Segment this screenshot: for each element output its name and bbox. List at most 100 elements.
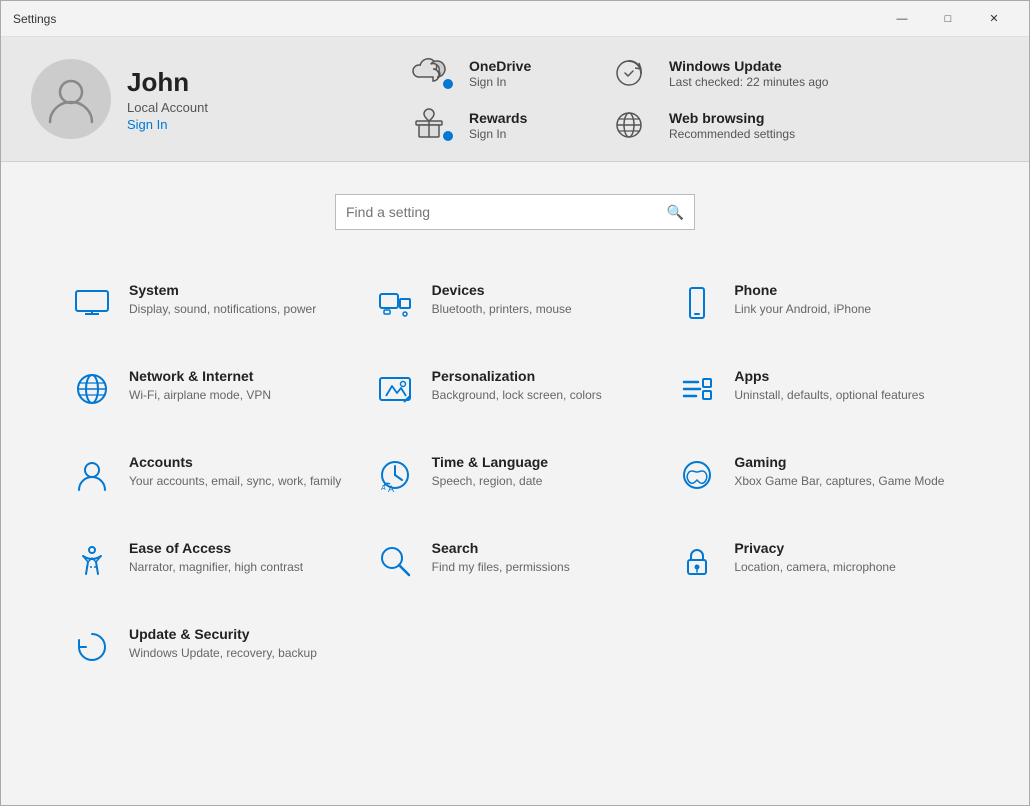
time-language-name: Time & Language	[432, 454, 548, 470]
search-icon: 🔍	[667, 204, 684, 221]
web-browsing-icon-wrap	[611, 107, 655, 143]
setting-devices[interactable]: Devices Bluetooth, printers, mouse	[364, 260, 667, 346]
update-security-text: Update & Security Windows Update, recove…	[129, 626, 317, 662]
gaming-text: Gaming Xbox Game Bar, captures, Game Mod…	[734, 454, 944, 490]
personalization-name: Personalization	[432, 368, 602, 384]
onedrive-badge	[441, 77, 455, 91]
ease-of-access-icon	[71, 540, 113, 582]
search-input[interactable]	[346, 204, 667, 220]
devices-desc: Bluetooth, printers, mouse	[432, 301, 572, 318]
profile-area: John Local Account Sign In	[31, 59, 371, 139]
user-avatar-icon	[44, 72, 98, 126]
personalization-desc: Background, lock screen, colors	[432, 387, 602, 404]
maximize-button[interactable]: □	[925, 1, 971, 37]
network-text: Network & Internet Wi-Fi, airplane mode,…	[129, 368, 271, 404]
profile-signin-link[interactable]: Sign In	[127, 117, 208, 132]
service-onedrive[interactable]: OneDrive Sign In	[411, 55, 611, 91]
rewards-badge	[441, 129, 455, 143]
windows-update-name: Windows Update	[669, 58, 828, 74]
apps-text: Apps Uninstall, defaults, optional featu…	[734, 368, 924, 404]
privacy-text: Privacy Location, camera, microphone	[734, 540, 895, 576]
system-text: System Display, sound, notifications, po…	[129, 282, 316, 318]
web-browsing-desc: Recommended settings	[669, 127, 795, 141]
setting-gaming[interactable]: Gaming Xbox Game Bar, captures, Game Mod…	[666, 432, 969, 518]
devices-icon	[374, 282, 416, 324]
service-column-2: Windows Update Last checked: 22 minutes …	[611, 55, 828, 143]
privacy-icon	[676, 540, 718, 582]
setting-personalization[interactable]: Personalization Background, lock screen,…	[364, 346, 667, 432]
web-browsing-icon	[611, 107, 647, 143]
minimize-button[interactable]: —	[879, 1, 925, 37]
ease-of-access-desc: Narrator, magnifier, high contrast	[129, 559, 303, 576]
web-browsing-name: Web browsing	[669, 110, 795, 126]
personalization-icon	[374, 368, 416, 410]
time-language-text: Time & Language Speech, region, date	[432, 454, 548, 490]
time-language-icon: A A	[374, 454, 416, 496]
service-windows-update[interactable]: Windows Update Last checked: 22 minutes …	[611, 55, 828, 91]
onedrive-name: OneDrive	[469, 58, 531, 74]
ease-of-access-name: Ease of Access	[129, 540, 303, 556]
accounts-icon	[71, 454, 113, 496]
devices-name: Devices	[432, 282, 572, 298]
web-browsing-text: Web browsing Recommended settings	[669, 110, 795, 141]
profile-info: John Local Account Sign In	[127, 67, 208, 132]
apps-name: Apps	[734, 368, 924, 384]
setting-search[interactable]: Search Find my files, permissions	[364, 518, 667, 604]
ease-of-access-text: Ease of Access Narrator, magnifier, high…	[129, 540, 303, 576]
network-icon	[71, 368, 113, 410]
onedrive-icon-wrap	[411, 55, 455, 91]
search-setting-desc: Find my files, permissions	[432, 559, 570, 576]
phone-name: Phone	[734, 282, 871, 298]
devices-text: Devices Bluetooth, printers, mouse	[432, 282, 572, 318]
close-button[interactable]: ✕	[971, 1, 1017, 37]
search-setting-name: Search	[432, 540, 570, 556]
settings-grid: System Display, sound, notifications, po…	[1, 250, 1029, 700]
search-setting-text: Search Find my files, permissions	[432, 540, 570, 576]
system-name: System	[129, 282, 316, 298]
setting-network[interactable]: Network & Internet Wi-Fi, airplane mode,…	[61, 346, 364, 432]
gaming-icon	[676, 454, 718, 496]
personalization-text: Personalization Background, lock screen,…	[432, 368, 602, 404]
setting-apps[interactable]: Apps Uninstall, defaults, optional featu…	[666, 346, 969, 432]
app-title: Settings	[13, 12, 56, 26]
svg-text:A: A	[381, 485, 386, 492]
update-security-name: Update & Security	[129, 626, 317, 642]
setting-privacy[interactable]: Privacy Location, camera, microphone	[666, 518, 969, 604]
avatar	[31, 59, 111, 139]
rewards-name: Rewards	[469, 110, 527, 126]
setting-update-security[interactable]: Update & Security Windows Update, recove…	[61, 604, 364, 690]
setting-time-language[interactable]: A A Time & Language Speech, region, date	[364, 432, 667, 518]
search-area: 🔍	[1, 162, 1029, 250]
privacy-name: Privacy	[734, 540, 895, 556]
setting-phone[interactable]: Phone Link your Android, iPhone	[666, 260, 969, 346]
service-web-browsing[interactable]: Web browsing Recommended settings	[611, 107, 828, 143]
gaming-desc: Xbox Game Bar, captures, Game Mode	[734, 473, 944, 490]
rewards-icon-wrap	[411, 107, 455, 143]
windows-update-icon-wrap	[611, 55, 655, 91]
accounts-text: Accounts Your accounts, email, sync, wor…	[129, 454, 341, 490]
setting-ease-of-access[interactable]: Ease of Access Narrator, magnifier, high…	[61, 518, 364, 604]
service-rewards[interactable]: Rewards Sign In	[411, 107, 611, 143]
search-setting-icon	[374, 540, 416, 582]
network-desc: Wi-Fi, airplane mode, VPN	[129, 387, 271, 404]
profile-name: John	[127, 67, 208, 98]
windows-update-desc: Last checked: 22 minutes ago	[669, 75, 828, 89]
setting-system[interactable]: System Display, sound, notifications, po…	[61, 260, 364, 346]
header-services: OneDrive Sign In Rewards Sig	[411, 55, 999, 143]
network-name: Network & Internet	[129, 368, 271, 384]
setting-accounts[interactable]: Accounts Your accounts, email, sync, wor…	[61, 432, 364, 518]
update-security-desc: Windows Update, recovery, backup	[129, 645, 317, 662]
accounts-name: Accounts	[129, 454, 341, 470]
system-icon	[71, 282, 113, 324]
search-box: 🔍	[335, 194, 695, 230]
apps-icon	[676, 368, 718, 410]
privacy-desc: Location, camera, microphone	[734, 559, 895, 576]
apps-desc: Uninstall, defaults, optional features	[734, 387, 924, 404]
window-controls: — □ ✕	[879, 1, 1017, 37]
profile-account-type: Local Account	[127, 100, 208, 115]
system-desc: Display, sound, notifications, power	[129, 301, 316, 318]
onedrive-desc: Sign In	[469, 75, 531, 89]
phone-icon	[676, 282, 718, 324]
windows-update-icon	[611, 55, 647, 91]
gaming-name: Gaming	[734, 454, 944, 470]
